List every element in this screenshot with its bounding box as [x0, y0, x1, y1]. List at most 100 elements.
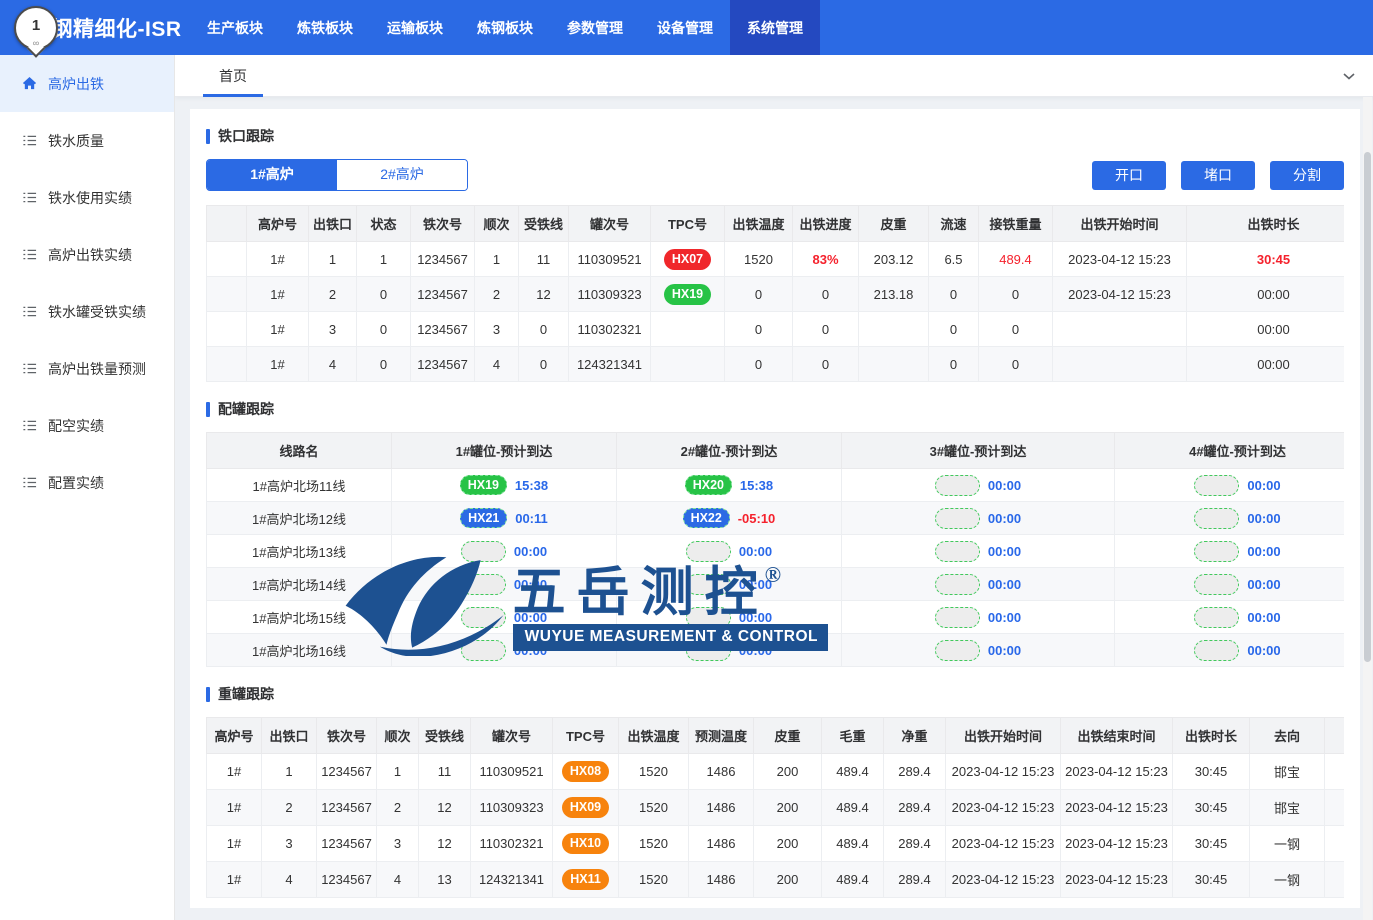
table-cell: 12	[419, 826, 471, 862]
table-cell: 0	[519, 312, 569, 347]
column-header: 出铁开始时间	[1053, 206, 1187, 242]
empty-ladle-pill	[1194, 475, 1239, 496]
taphole-table: 高炉号出铁口状态铁次号顺次受铁线罐次号TPC号出铁温度出铁进度皮重流速接铁重量出…	[206, 205, 1344, 382]
table-row[interactable]: 1#高炉北场16线00:0000:0000:0000:00	[207, 634, 1345, 667]
table-row[interactable]: 1#40123456740124321341000000:00	[207, 347, 1345, 382]
table-row[interactable]: 1#高炉北场13线00:0000:0000:0000:00	[207, 535, 1345, 568]
table-cell: 3	[309, 312, 357, 347]
nav-item[interactable]: 炼钢板块	[460, 0, 550, 55]
eta-time: 00:00	[988, 577, 1021, 592]
table-cell: 30:45	[1187, 242, 1345, 277]
list-icon	[22, 361, 37, 376]
column-header: 高炉号	[207, 718, 262, 754]
column-header: 状态	[357, 206, 411, 242]
eta-time: 00:00	[988, 478, 1021, 493]
table-row[interactable]: 1#11234567111110309521HX0815201486200489…	[207, 754, 1345, 790]
nav-item[interactable]: 生产板块	[190, 0, 280, 55]
furnace-toggle: 1#高炉2#高炉	[206, 159, 468, 191]
table-cell: 4	[377, 862, 419, 898]
table-cell: 1234567	[317, 862, 377, 898]
table-cell: 3	[262, 826, 317, 862]
sidebar-item[interactable]: 配空实绩	[0, 397, 174, 454]
eta-time: 00:00	[1247, 511, 1280, 526]
furnace-tab[interactable]: 1#高炉	[207, 160, 337, 190]
empty-ladle-pill	[461, 607, 506, 628]
table-cell: 30:45	[1173, 862, 1250, 898]
tab-home[interactable]: 首页	[203, 55, 263, 97]
table-row[interactable]: 1#高炉北场14线00:0000:0000:0000:00	[207, 568, 1345, 601]
sidebar-item[interactable]: 铁水质量	[0, 112, 174, 169]
table-cell	[207, 242, 247, 277]
table-row[interactable]: 1#41234567413124321341HX1115201486200489…	[207, 862, 1345, 898]
table-cell: 1520	[725, 242, 793, 277]
table-cell: HX11	[553, 862, 619, 898]
column-header: 1#罐位-预计到达	[392, 433, 617, 469]
app-header: 铁钢精细化-ISR 生产板块炼铁板块运输板块炼钢板块参数管理设备管理系统管理	[0, 0, 1373, 55]
table-cell: 2	[309, 277, 357, 312]
nav-item[interactable]: 运输板块	[370, 0, 460, 55]
table-cell: 1#高炉北场13线	[207, 535, 392, 568]
table-cell: 00:00	[842, 634, 1115, 667]
table-cell: 110309521	[569, 242, 651, 277]
scrollbar-thumb[interactable]	[1364, 152, 1371, 662]
table-cell: 110302321	[569, 312, 651, 347]
open-taphole-button[interactable]: 开口	[1092, 161, 1166, 190]
column-header: 出铁进度	[793, 206, 859, 242]
chevron-down-icon[interactable]	[1341, 68, 1357, 84]
table-cell: 2023-04-12 15:23	[1061, 790, 1173, 826]
sidebar-item[interactable]: 高炉出铁	[0, 55, 174, 112]
sidebar-item[interactable]: 铁水使用实绩	[0, 169, 174, 226]
table-cell: 0	[793, 347, 859, 382]
table-row[interactable]: 1#31234567312110302321HX1015201486200489…	[207, 826, 1345, 862]
sidebar-item[interactable]: 高炉出铁量预测	[0, 340, 174, 397]
eta-time: 00:00	[514, 610, 547, 625]
table-cell: 11	[419, 754, 471, 790]
eta-time: 00:00	[988, 643, 1021, 658]
table-cell	[1053, 347, 1187, 382]
table-cell: 1#	[247, 242, 309, 277]
table-row[interactable]: 1#高炉北场15线00:0000:0000:0000:00	[207, 601, 1345, 634]
plug-taphole-button[interactable]: 堵口	[1181, 161, 1255, 190]
table-cell: 1234567	[317, 826, 377, 862]
table-cell: 2023-04-12 15:23	[946, 862, 1061, 898]
table-cell: 25:45	[1325, 826, 1345, 862]
table-cell: 00:00	[1115, 601, 1345, 634]
table-cell: 00:00	[1115, 568, 1345, 601]
table-cell: HX10	[553, 826, 619, 862]
split-button[interactable]: 分割	[1270, 161, 1344, 190]
table-row[interactable]: 1#111234567111110309521HX07152083%203.12…	[207, 242, 1345, 277]
sidebar-item[interactable]: 配置实绩	[0, 454, 174, 511]
table-row[interactable]: 1#高炉北场12线HX2100:11HX22-05:1000:0000:00	[207, 502, 1345, 535]
table-cell: 2	[262, 790, 317, 826]
table-cell: 00:00	[392, 634, 617, 667]
sidebar-item[interactable]: 高炉出铁实绩	[0, 226, 174, 283]
table-cell: 489.4	[822, 862, 884, 898]
table-cell: 30:45	[1325, 790, 1345, 826]
table-cell: 203.12	[859, 242, 929, 277]
table-cell	[207, 277, 247, 312]
table-cell: 124321341	[471, 862, 553, 898]
nav-item[interactable]: 设备管理	[640, 0, 730, 55]
table-row[interactable]: 1#高炉北场11线HX1915:38HX2015:3800:0000:00	[207, 469, 1345, 502]
vertical-scrollbar[interactable]	[1363, 97, 1372, 920]
sidebar-item[interactable]: 铁水罐受铁实绩	[0, 283, 174, 340]
table-cell: 30:45	[1173, 790, 1250, 826]
column-header: 皮重	[859, 206, 929, 242]
nav-item[interactable]: 参数管理	[550, 0, 640, 55]
table-cell: 1#高炉北场15线	[207, 601, 392, 634]
furnace-tab[interactable]: 2#高炉	[337, 160, 467, 190]
column-header: 罐次号	[471, 718, 553, 754]
nav-item[interactable]: 炼铁板块	[280, 0, 370, 55]
table-cell: 00:00	[842, 568, 1115, 601]
table-cell: 1520	[619, 862, 689, 898]
column-header: 2#罐位-预计到达	[617, 433, 842, 469]
column-header: 铁次号	[317, 718, 377, 754]
table-row[interactable]: 1#30123456730110302321000000:00	[207, 312, 1345, 347]
table-row[interactable]: 1#201234567212110309323HX1900213.1800202…	[207, 277, 1345, 312]
annotation-marker: 1 ∞	[14, 6, 58, 50]
table-row[interactable]: 1#21234567212110309323HX0915201486200489…	[207, 790, 1345, 826]
nav-item[interactable]: 系统管理	[730, 0, 820, 55]
table-cell: 4	[262, 862, 317, 898]
table-cell: 289.4	[884, 790, 946, 826]
eta-time: -05:10	[738, 511, 776, 526]
